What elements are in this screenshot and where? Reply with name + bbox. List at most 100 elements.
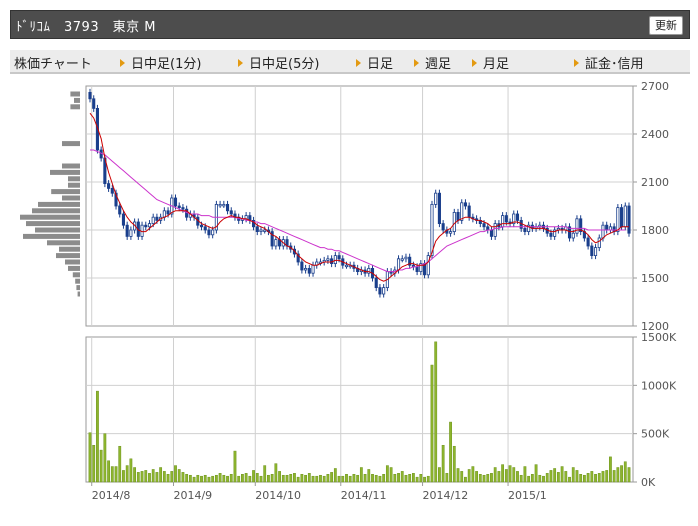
volume-bar	[107, 460, 110, 483]
volume-bar	[110, 466, 114, 483]
volume-bar	[337, 475, 341, 483]
volume-bar	[449, 421, 452, 483]
price-volume-bar	[56, 253, 80, 259]
volume-bar	[237, 475, 241, 483]
candle-body	[110, 187, 114, 194]
volume-bar	[345, 474, 348, 483]
candle-body	[144, 224, 148, 228]
volume-bar	[627, 467, 631, 483]
volume-bar	[519, 474, 523, 483]
volume-bar	[486, 474, 490, 483]
volume-bar	[278, 471, 281, 483]
candle-body	[211, 229, 215, 236]
volume-bar	[467, 469, 471, 483]
volume-bar	[248, 475, 252, 483]
volume-bar	[601, 471, 605, 483]
price-volume-bar	[62, 195, 80, 201]
volume-bar	[203, 474, 207, 483]
price-tick-label: 2700	[641, 80, 669, 93]
volume-bar	[393, 474, 397, 483]
volume-bar	[623, 461, 627, 483]
candle-body	[311, 264, 315, 274]
volume-panel	[85, 336, 634, 483]
volume-bar	[99, 449, 103, 483]
price-volume-bar	[59, 246, 80, 252]
candle-body	[620, 207, 624, 228]
price-volume-bar	[70, 91, 80, 97]
price-volume-bar	[75, 278, 80, 284]
volume-bar	[315, 475, 319, 483]
candle-body	[147, 223, 152, 228]
volume-bar	[326, 474, 330, 483]
price-volume-bar	[32, 208, 80, 214]
volume-bar	[207, 476, 211, 483]
volume-bar	[140, 471, 144, 483]
volume-bar	[296, 476, 300, 483]
candle-body	[605, 224, 609, 231]
volume-bar	[423, 476, 426, 483]
price-volume-bar	[77, 291, 80, 297]
price-volume-bar	[65, 259, 80, 265]
volume-bar	[304, 474, 308, 483]
candle-body	[177, 205, 181, 208]
price-volume-bar	[68, 182, 80, 188]
candle-body	[463, 202, 467, 207]
volume-bar	[452, 445, 456, 483]
candle-body	[263, 229, 267, 232]
volume-bar	[389, 467, 393, 483]
price-volume-bar	[62, 163, 80, 169]
candle-body	[601, 224, 605, 239]
volume-bar	[188, 474, 192, 483]
volume-bar	[114, 466, 118, 483]
candle-body	[616, 207, 620, 233]
candle-body	[88, 92, 92, 100]
volume-bar	[438, 467, 441, 483]
volume-bar	[233, 450, 237, 483]
candle-body	[300, 261, 304, 271]
candle-body	[501, 215, 505, 228]
candle-body	[155, 216, 159, 221]
volume-bar	[263, 465, 267, 483]
volume-bar	[374, 474, 378, 483]
candle-body	[482, 223, 486, 228]
candle-body	[549, 232, 553, 237]
volume-bar	[493, 467, 497, 483]
candle-body	[304, 267, 308, 271]
volume-bar	[181, 472, 185, 483]
volume-bar	[341, 475, 345, 483]
candle-body	[437, 192, 441, 224]
volume-bar	[241, 474, 244, 483]
price-tick-label: 1500	[641, 272, 669, 285]
volume-bar	[408, 474, 412, 483]
volume-bar	[144, 470, 148, 483]
volume-bar	[568, 476, 571, 483]
volume-bar	[285, 474, 289, 483]
volume-bar	[255, 473, 259, 483]
candle-body	[441, 223, 445, 231]
volume-bar	[192, 476, 196, 483]
volume-bar	[464, 476, 467, 483]
volume-bar	[382, 474, 386, 483]
volume-bar	[411, 473, 415, 483]
candle-body	[627, 205, 631, 234]
candle-body	[199, 224, 204, 228]
volume-bar	[185, 474, 189, 483]
price-volume-bar	[72, 272, 80, 278]
candle-body	[597, 237, 601, 248]
candle-body	[515, 213, 520, 221]
candle-body	[181, 207, 185, 210]
candle-body	[493, 223, 497, 237]
volume-bar	[162, 471, 166, 483]
price-volume-bar	[35, 227, 80, 233]
volume-bar	[597, 473, 601, 483]
volume-bar	[226, 475, 229, 483]
volume-bar	[196, 474, 200, 483]
volume-bar	[385, 465, 389, 483]
volume-bar	[274, 463, 278, 483]
candle-body	[504, 215, 508, 223]
volume-tick-label: 1500K	[641, 331, 677, 344]
volume-bar	[96, 390, 99, 483]
volume-bar	[490, 473, 493, 483]
volume-bar	[504, 469, 508, 483]
price-tick-label: 2100	[641, 176, 669, 189]
